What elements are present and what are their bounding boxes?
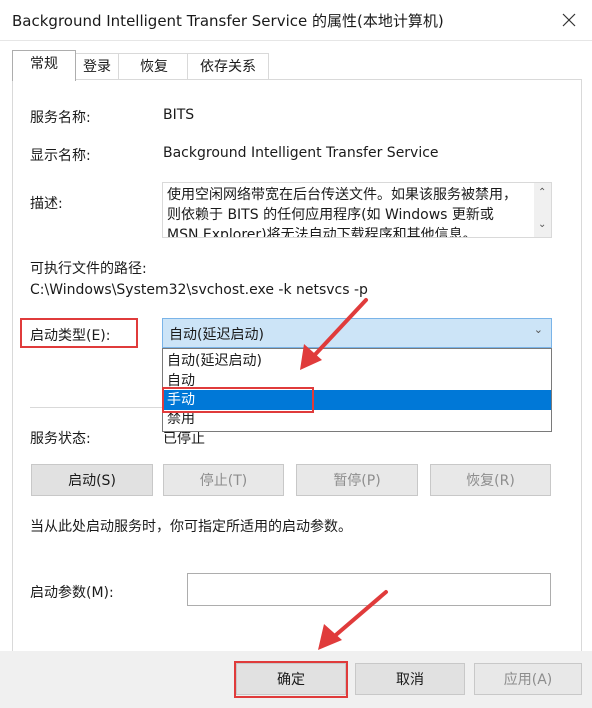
description-box[interactable]: 使用空闲网络带宽在后台传送文件。如果该服务被禁用，则依赖于 BITS 的任何应用…: [162, 182, 552, 238]
tab-dependencies[interactable]: 依存关系: [187, 53, 269, 80]
window-title: Background Intelligent Transfer Service …: [12, 12, 444, 30]
path-label: 可执行文件的路径:: [30, 261, 147, 277]
title-bar: Background Intelligent Transfer Service …: [0, 0, 592, 41]
dropdown-option-disabled[interactable]: 禁用: [163, 409, 551, 429]
dropdown-option-manual[interactable]: 手动: [163, 390, 551, 410]
pause-button[interactable]: 暂停(P): [296, 464, 418, 496]
close-button[interactable]: [546, 0, 592, 40]
dropdown-option-auto-delayed[interactable]: 自动(延迟启动): [163, 351, 551, 371]
scroll-down-icon[interactable]: ⌄: [538, 219, 546, 230]
startup-type-select[interactable]: 自动(延迟启动) ⌄: [162, 318, 552, 348]
startup-type-dropdown: 自动(延迟启动) 自动 手动 禁用: [162, 348, 552, 432]
description-label: 描述:: [30, 196, 63, 212]
service-status-label: 服务状态:: [30, 431, 91, 447]
display-name-value: Background Intelligent Transfer Service: [163, 145, 439, 161]
path-value: C:\Windows\System32\svchost.exe -k netsv…: [30, 282, 368, 298]
stop-button[interactable]: 停止(T): [163, 464, 284, 496]
start-params-input[interactable]: [187, 573, 551, 606]
service-name-value: BITS: [163, 107, 195, 123]
dropdown-option-auto[interactable]: 自动: [163, 371, 551, 391]
startup-type-selected: 自动(延迟启动): [169, 327, 264, 343]
tab-logon[interactable]: 登录: [73, 53, 121, 80]
close-icon: [562, 13, 576, 27]
cancel-button[interactable]: 取消: [355, 663, 465, 695]
description-text: 使用空闲网络带宽在后台传送文件。如果该服务被禁用，则依赖于 BITS 的任何应用…: [167, 187, 517, 238]
description-scrollbar[interactable]: ⌃ ⌄: [534, 183, 551, 237]
ok-button[interactable]: 确定: [236, 663, 346, 695]
start-params-hint: 当从此处启动服务时，你可指定所适用的启动参数。: [30, 519, 352, 535]
service-name-label: 服务名称:: [30, 110, 91, 126]
scroll-up-icon[interactable]: ⌃: [538, 187, 546, 198]
apply-button[interactable]: 应用(A): [474, 663, 582, 695]
start-params-label: 启动参数(M):: [30, 585, 114, 601]
start-button[interactable]: 启动(S): [31, 464, 153, 496]
tab-recovery[interactable]: 恢复: [118, 53, 190, 80]
display-name-label: 显示名称:: [30, 148, 91, 164]
startup-type-label: 启动类型(E):: [30, 328, 111, 344]
tab-general[interactable]: 常规: [12, 50, 76, 81]
chevron-down-icon: ⌄: [533, 323, 543, 336]
resume-button[interactable]: 恢复(R): [430, 464, 551, 496]
